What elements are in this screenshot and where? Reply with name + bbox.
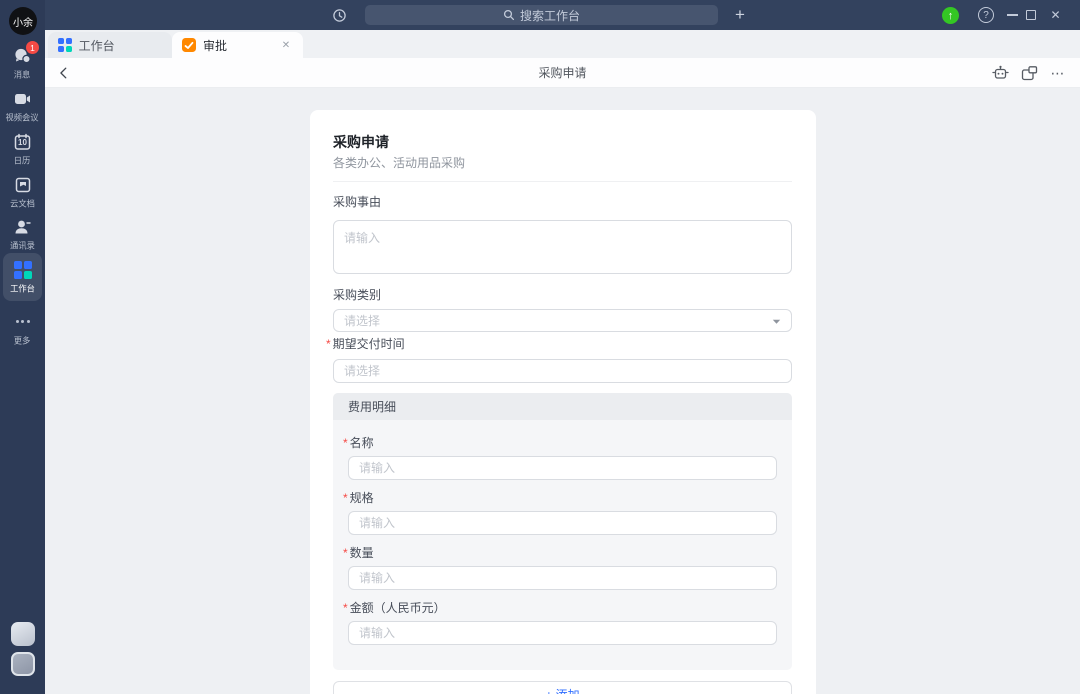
delivery-time-input[interactable] bbox=[333, 359, 792, 383]
name-input[interactable] bbox=[348, 456, 777, 480]
search-icon bbox=[503, 9, 515, 21]
back-icon[interactable] bbox=[55, 64, 73, 82]
pinned-app-icon-1[interactable] bbox=[11, 622, 35, 646]
page-title: 采购申请 bbox=[45, 58, 1080, 88]
main-content: 采购申请 各类办公、活动用品采购 采购事由 采购类别 请选择 *期望交付时间 费… bbox=[45, 88, 1080, 694]
sidebar-item-docs[interactable]: 云文档 bbox=[0, 175, 45, 210]
video-icon bbox=[13, 89, 32, 108]
search-placeholder: 搜索工作台 bbox=[520, 7, 580, 24]
add-row-button[interactable]: + 添加 bbox=[333, 681, 792, 694]
sidebar-item-video-meeting[interactable]: 视频会议 bbox=[0, 89, 45, 124]
sidebar: 小余 1 消息 视频会议 10 日历 云文档 bbox=[0, 0, 45, 694]
divider bbox=[333, 181, 792, 182]
calendar-day: 10 bbox=[13, 138, 32, 147]
chevron-down-icon bbox=[772, 312, 781, 330]
spec-input[interactable] bbox=[348, 511, 777, 535]
avatar[interactable]: 小余 bbox=[9, 7, 37, 35]
amount-input[interactable] bbox=[348, 621, 777, 645]
pinned-app-icon-2[interactable] bbox=[11, 652, 35, 676]
tab-bar: 工作台 审批 ✕ bbox=[45, 30, 1080, 58]
bot-icon[interactable] bbox=[991, 64, 1009, 82]
contacts-icon bbox=[13, 217, 32, 236]
required-asterisk: * bbox=[343, 601, 348, 615]
title-bar: 搜索工作台 + ↑ ? ✕ bbox=[0, 0, 1080, 30]
approval-icon bbox=[182, 38, 196, 52]
tab-approval[interactable]: 审批 ✕ bbox=[172, 32, 303, 58]
history-icon[interactable] bbox=[331, 7, 348, 24]
expense-detail-section: 费用明细 *名称 *规格 *数量 *金额（人民币元） bbox=[333, 393, 792, 670]
reason-textarea[interactable] bbox=[333, 220, 792, 274]
required-asterisk: * bbox=[326, 337, 331, 351]
tab-label: 工作台 bbox=[79, 37, 115, 54]
category-select[interactable]: 请选择 bbox=[333, 309, 792, 332]
upgrade-icon[interactable]: ↑ bbox=[942, 7, 959, 24]
sidebar-item-more[interactable]: 更多 bbox=[0, 312, 45, 347]
sidebar-item-messages[interactable]: 1 消息 bbox=[0, 46, 45, 81]
required-asterisk: * bbox=[343, 546, 348, 560]
sidebar-item-calendar[interactable]: 10 日历 bbox=[0, 132, 45, 167]
header-more-icon[interactable]: ⋯ bbox=[1049, 64, 1067, 82]
field-label-category: 采购类别 bbox=[333, 289, 792, 301]
search-input[interactable]: 搜索工作台 bbox=[365, 5, 718, 25]
page-header: 采购申请 ⋯ bbox=[45, 58, 1080, 88]
form-title: 采购申请 bbox=[333, 132, 792, 152]
new-tab-icon[interactable]: + bbox=[727, 2, 753, 28]
chat-icon: 1 bbox=[13, 46, 32, 65]
field-label-quantity: *数量 bbox=[343, 547, 777, 559]
required-asterisk: * bbox=[343, 491, 348, 505]
workbench-icon bbox=[13, 260, 32, 279]
field-label-spec: *规格 bbox=[343, 492, 777, 504]
field-label-reason: 采购事由 bbox=[333, 196, 792, 208]
field-label-name: *名称 bbox=[343, 437, 777, 449]
sidebar-item-contacts[interactable]: 通讯录 bbox=[0, 217, 45, 252]
sidebar-item-workbench[interactable]: 工作台 bbox=[3, 253, 42, 301]
approval-form-card: 采购申请 各类办公、活动用品采购 采购事由 采购类别 请选择 *期望交付时间 费… bbox=[310, 110, 816, 694]
help-icon[interactable]: ? bbox=[978, 7, 994, 23]
unread-badge: 1 bbox=[26, 41, 39, 54]
required-asterisk: * bbox=[343, 436, 348, 450]
select-placeholder: 请选择 bbox=[344, 312, 380, 329]
maximize-icon[interactable] bbox=[1026, 10, 1036, 20]
app-window: 搜索工作台 + ↑ ? ✕ 小余 1 消息 视频会议 10 bbox=[0, 0, 1080, 694]
tab-label: 审批 bbox=[203, 37, 227, 54]
field-label-delivery-time: *期望交付时间 bbox=[326, 338, 792, 350]
open-in-window-icon[interactable] bbox=[1020, 64, 1038, 82]
quantity-input[interactable] bbox=[348, 566, 777, 590]
calendar-icon: 10 bbox=[13, 132, 32, 151]
field-label-amount: *金额（人民币元） bbox=[343, 602, 777, 614]
section-title: 费用明细 bbox=[333, 393, 792, 420]
tab-workbench[interactable]: 工作台 bbox=[48, 32, 172, 58]
more-icon bbox=[13, 312, 32, 331]
close-window-icon[interactable]: ✕ bbox=[1047, 6, 1064, 23]
docs-icon bbox=[13, 175, 32, 194]
form-subtitle: 各类办公、活动用品采购 bbox=[333, 155, 792, 171]
close-tab-icon[interactable]: ✕ bbox=[279, 38, 293, 52]
minimize-icon[interactable] bbox=[1007, 14, 1018, 16]
workbench-icon bbox=[58, 38, 72, 52]
